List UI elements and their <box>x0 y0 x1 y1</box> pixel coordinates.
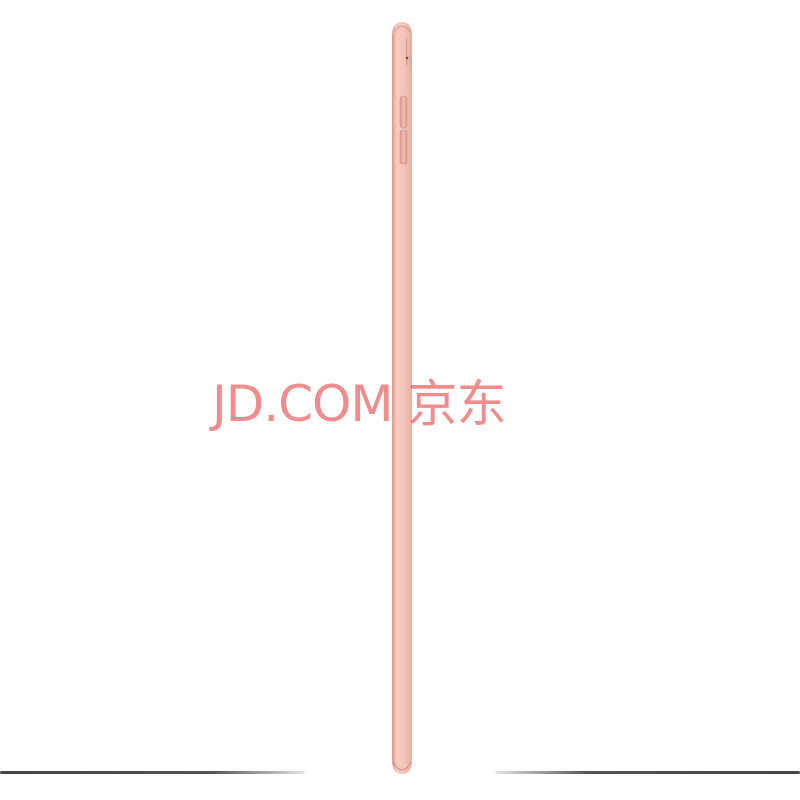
floor-shadow-left <box>0 771 305 774</box>
volume-down-button <box>399 129 408 165</box>
tablet-side-view <box>392 22 412 774</box>
microphone-hole <box>405 56 409 60</box>
top-button <box>406 38 411 66</box>
floor-shadow-right <box>495 771 800 774</box>
volume-up-button <box>399 95 408 129</box>
product-image-stage: JD.COM 京东 <box>0 0 800 800</box>
